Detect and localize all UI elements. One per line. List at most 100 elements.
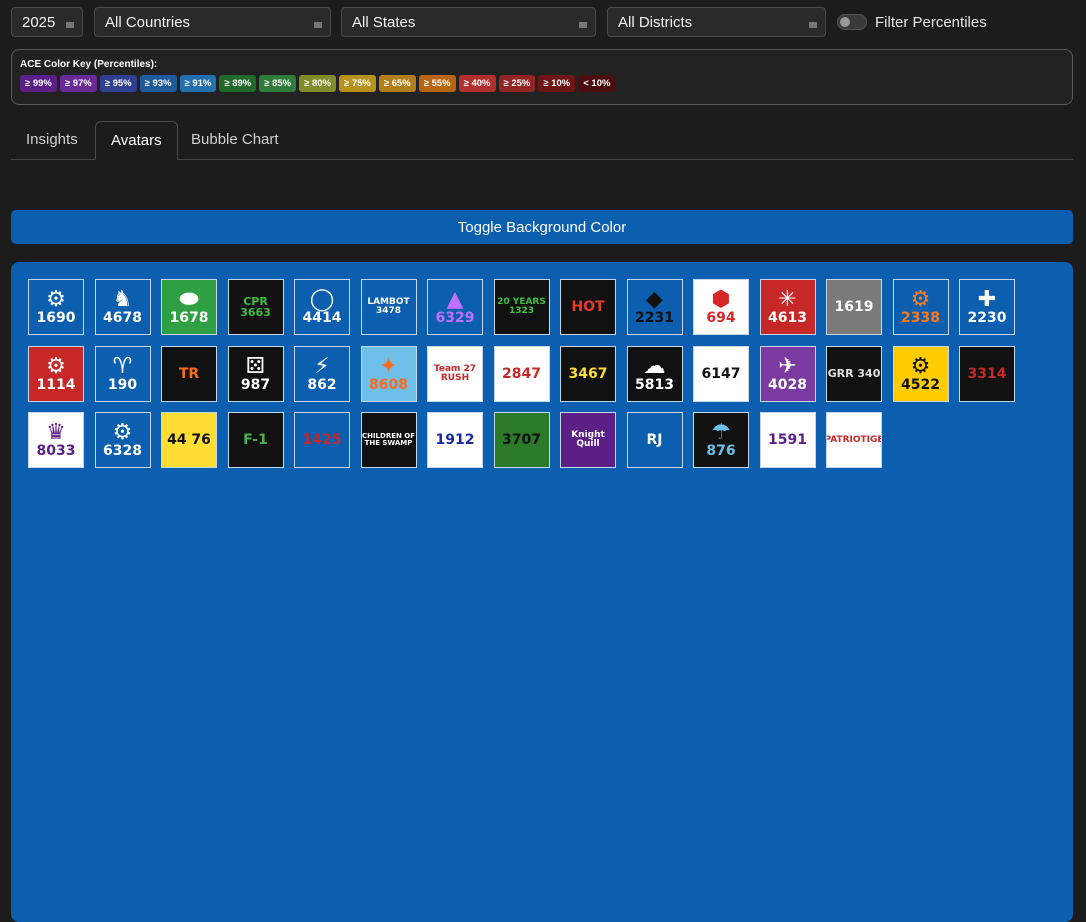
color-key-panel: ACE Color Key (Percentiles): ≥ 99% ≥ 97% ≥… [11,49,1073,105]
gear-icon: ⚙ [112,420,133,446]
team-avatar[interactable]: GRR 340 [826,345,882,402]
team-avatar[interactable]: 3467 [560,345,616,402]
state-select[interactable]: All States [341,7,596,37]
color-key-chip: ≥ 80% [299,75,336,92]
badge-icon: ⬢ [711,287,731,312]
color-key-chip: ≥ 97% [59,75,97,92]
wrench-icon: ✚ [977,287,997,312]
avatar-label: 6329 [435,310,475,326]
tab-avatars[interactable]: Avatars [95,121,178,160]
team-avatar[interactable]: ✈ 4028 [759,345,816,402]
team-avatar[interactable]: 3707 [493,412,550,469]
avatar-label: RJ [646,432,663,449]
team-avatar[interactable]: CPR 3663 [227,279,284,335]
color-key-chip: ≥ 25% [498,75,536,92]
chevron-down-icon [314,22,322,28]
avatar-label: 4613 [768,310,807,326]
color-key-chip: ≥ 99% [20,75,57,92]
team-avatar[interactable]: CHILDREN OF THE SWAMP [360,412,417,469]
year-select[interactable]: 2025 [11,7,83,37]
avatar-label: PATRIOTIGE [826,434,882,445]
team-avatar[interactable]: 1619 [826,279,882,335]
eagle-icon: ✈ [778,353,797,379]
team-avatar[interactable]: ⚙ 6328 [94,412,151,469]
avatar-label: Knight Quill [571,430,605,450]
team-avatar[interactable]: TR [161,345,217,402]
toggle-switch[interactable] [837,14,867,30]
team-avatar[interactable]: ✚ 2230 [959,279,1015,335]
penguin-icon: ◆ [646,287,663,312]
team-avatar[interactable]: ⚡ 862 [294,345,350,402]
state-select-value: All States [352,14,416,31]
team-avatar[interactable]: ⚙ 2338 [892,279,949,335]
cloud-icon: ☁ [643,353,666,379]
team-avatar[interactable]: ⚙ 4522 [892,345,949,402]
avatar-label: 1678 [169,310,209,326]
tab-bubble-chart[interactable]: Bubble Chart [176,121,294,159]
dice-icon: ⚄ [245,353,266,379]
robot-icon: ⚙ [46,353,66,379]
avatar-label: CHILDREN OF THE SWAMP [361,432,416,448]
team-avatar[interactable]: ◯ 4414 [294,279,350,335]
avatar-label: 1425 [302,432,342,449]
team-avatar[interactable]: 20 YEARS 1323 [493,279,550,335]
team-avatar[interactable]: 1591 [759,412,816,469]
team-avatar[interactable]: ✦ 8608 [360,345,417,402]
robot-icon: ⚙ [46,287,66,312]
team-avatar[interactable]: HOT [560,279,616,335]
avatar-label: 8033 [36,443,76,460]
avatar-label: 4522 [901,376,940,393]
team-avatar[interactable]: ♞ 4678 [94,279,151,335]
team-avatar[interactable]: PATRIOTIGE [826,412,882,469]
team-avatar[interactable]: 2847 [493,345,550,402]
avatar-label: 1591 [768,432,807,449]
avatar-label: 862 [307,376,337,393]
avatar-label: 876 [706,443,736,460]
country-select-value: All Countries [105,14,191,31]
team-avatar[interactable]: RJ [626,412,683,469]
team-avatar[interactable]: LAMBOT 3478 [360,279,417,335]
team-avatar[interactable]: ⚙ 1114 [28,345,84,402]
percentile-filter-toggle[interactable]: Filter Percentiles [837,7,987,37]
toggle-background-button[interactable]: Toggle Background Color [11,210,1073,244]
team-avatar[interactable]: ☁ 5813 [626,345,683,402]
team-avatar[interactable]: Knight Quill [560,412,616,469]
color-key-chip: ≥ 95% [99,75,137,92]
team-avatar[interactable]: ☂ 876 [693,412,749,469]
team-avatar[interactable]: ♈ 190 [94,345,151,402]
team-avatar[interactable]: 1425 [294,412,350,469]
team-avatar[interactable]: ✳ 4613 [759,279,816,335]
horse-icon: ♞ [112,287,133,312]
team-avatar[interactable]: 3314 [959,345,1015,402]
team-avatar[interactable]: ♛ 8033 [28,412,84,469]
team-avatar[interactable]: ⚄ 987 [227,345,284,402]
country-select[interactable]: All Countries [94,7,331,37]
team-avatar[interactable]: ⬢ 694 [693,279,749,335]
avatar-label: TR [178,365,200,382]
mountain-icon: ▲ [446,287,464,312]
team-avatar[interactable]: 1912 [427,412,483,469]
avatar-label: 2847 [502,365,541,382]
team-avatar[interactable]: ◆ 2231 [626,279,683,335]
team-avatar[interactable]: Team 27 RUSH [427,345,483,402]
color-key-chip: ≥ 10% [538,75,576,92]
avatar-label: CPR 3663 [240,295,271,319]
team-avatar[interactable]: F-1 [227,412,284,469]
lightning-icon: ⚡ [314,353,330,379]
color-key-chip: ≥ 40% [458,75,496,92]
team-avatar[interactable]: 44 76 [161,412,217,469]
football-icon: ⬬ [179,287,199,312]
avatar-label: 1690 [36,310,76,326]
avatar-label: 5813 [635,376,674,393]
team-avatar[interactable]: ▲ 6329 [427,279,483,335]
avatar-label: 987 [240,376,271,393]
tab-insights[interactable]: Insights [11,121,93,159]
avatar-label: Team 27 RUSH [433,363,477,383]
color-key-chip: ≥ 85% [259,75,297,92]
team-avatar[interactable]: ⚙ 1690 [28,279,84,335]
district-select[interactable]: All Districts [607,7,826,37]
team-avatar[interactable]: ⬬ 1678 [161,279,217,335]
team-avatar[interactable]: 6147 [693,345,749,402]
stingray-icon: ✦ [379,353,398,379]
color-key-chip: < 10% [578,75,616,92]
